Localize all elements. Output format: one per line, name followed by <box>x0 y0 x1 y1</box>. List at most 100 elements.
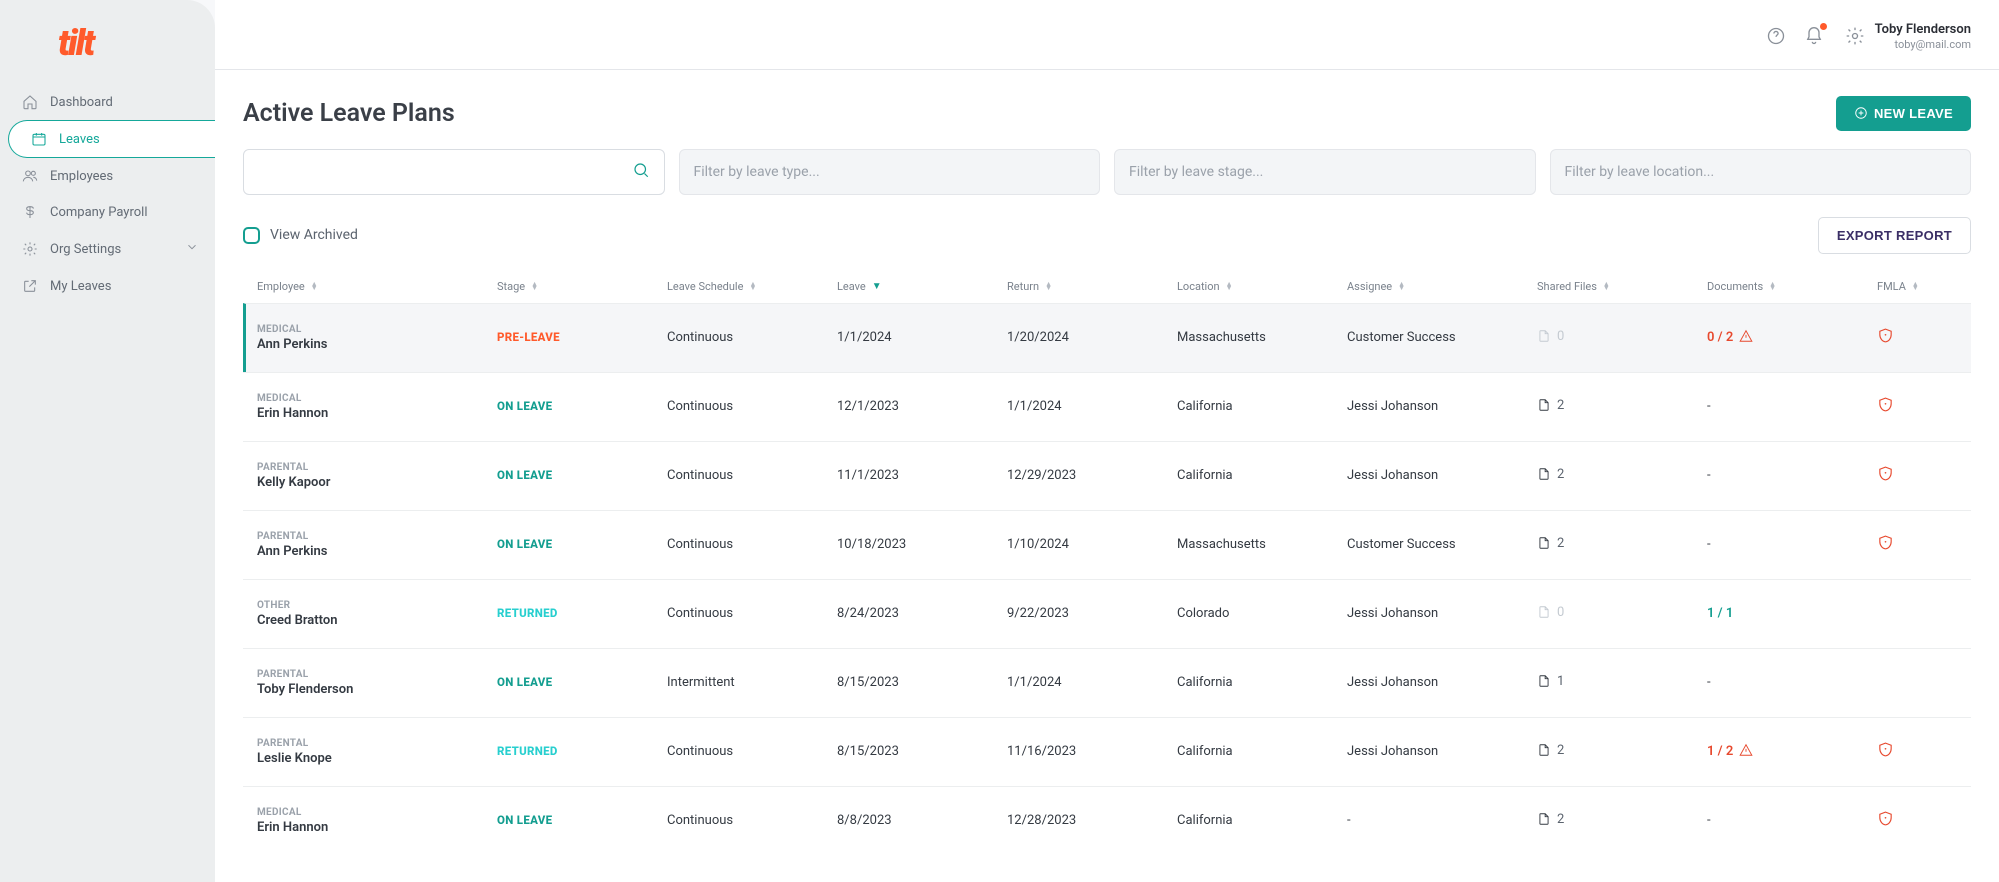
sidebar-nav: Dashboard Leaves Employees Company Payro… <box>0 84 215 304</box>
sidebar-item-my-leaves[interactable]: My Leaves <box>0 268 215 304</box>
leave-date-cell: 8/15/2023 <box>837 675 1007 690</box>
return-date-cell: 9/22/2023 <box>1007 606 1177 621</box>
stage-badge: ON LEAVE <box>497 399 552 413</box>
leave-type-label: PARENTAL <box>257 462 497 473</box>
caret-down-icon: ▼ <box>872 281 882 292</box>
user-menu[interactable]: Toby Flenderson toby@mail.com <box>1845 22 1971 51</box>
location-cell: California <box>1177 468 1347 483</box>
assignee-cell: Jessi Johanson <box>1347 606 1537 621</box>
fmla-shield-icon <box>1877 333 1894 348</box>
leave-type-label: PARENTAL <box>257 669 497 680</box>
users-icon <box>22 168 38 184</box>
col-stage[interactable]: Stage▲▼ <box>497 280 667 293</box>
documents-warning: 1 / 2 <box>1707 743 1753 761</box>
sort-icon: ▲▼ <box>1045 282 1052 290</box>
filter-leave-stage[interactable]: Filter by leave stage... <box>1114 149 1536 195</box>
table-row[interactable]: OTHERCreed BrattonRETURNEDContinuous8/24… <box>243 579 1971 648</box>
documents-count: - <box>1707 468 1711 483</box>
employee-name: Toby Flenderson <box>257 682 497 697</box>
sidebar-item-company-payroll[interactable]: Company Payroll <box>0 194 215 230</box>
col-shared[interactable]: Shared Files▲▼ <box>1537 280 1707 293</box>
sort-icon: ▲▼ <box>1226 282 1233 290</box>
documents-cell: 1 / 1 <box>1707 606 1877 621</box>
new-leave-button[interactable]: NEW LEAVE <box>1836 96 1971 131</box>
schedule-cell: Continuous <box>667 468 837 483</box>
file-icon <box>1537 674 1551 688</box>
col-location[interactable]: Location▲▼ <box>1177 280 1347 293</box>
sidebar-item-label: Company Payroll <box>50 205 147 220</box>
employee-name: Leslie Knope <box>257 751 497 766</box>
shared-files-cell: 2 <box>1537 398 1707 417</box>
leave-type-label: MEDICAL <box>257 324 497 335</box>
assignee-cell: - <box>1347 813 1537 828</box>
documents-cell: 1 / 2 <box>1707 743 1877 761</box>
assignee-cell: Jessi Johanson <box>1347 744 1537 759</box>
placeholder-text: Filter by leave location... <box>1565 164 1715 180</box>
documents-cell: - <box>1707 675 1877 690</box>
employee-cell: PARENTALAnn Perkins <box>257 531 497 559</box>
filters-row: Filter by leave type... Filter by leave … <box>243 149 1971 195</box>
fmla-cell <box>1877 741 1967 762</box>
stage-cell: RETURNED <box>497 606 667 621</box>
stage-cell: PRE-LEAVE <box>497 330 667 345</box>
filter-leave-type[interactable]: Filter by leave type... <box>679 149 1101 195</box>
table-header-row: Employee▲▼ Stage▲▼ Leave Schedule▲▼ Leav… <box>243 270 1971 303</box>
table-row[interactable]: MEDICALAnn PerkinsPRE-LEAVEContinuous1/1… <box>243 303 1971 372</box>
fmla-cell <box>1877 465 1967 486</box>
help-icon[interactable] <box>1765 25 1787 47</box>
file-icon <box>1537 398 1551 412</box>
placeholder-text: Filter by leave stage... <box>1129 164 1263 180</box>
col-schedule[interactable]: Leave Schedule▲▼ <box>667 280 837 293</box>
fmla-shield-icon <box>1877 471 1894 486</box>
table-row[interactable]: MEDICALErin HannonON LEAVEContinuous12/1… <box>243 372 1971 441</box>
leave-date-cell: 12/1/2023 <box>837 399 1007 414</box>
col-fmla[interactable]: FMLA▲▼ <box>1877 280 1967 293</box>
shared-files-cell: 2 <box>1537 743 1707 762</box>
sort-icon: ▲▼ <box>1912 282 1919 290</box>
export-report-button[interactable]: EXPORT REPORT <box>1818 217 1971 254</box>
sidebar-item-leaves[interactable]: Leaves <box>8 120 215 158</box>
col-docs[interactable]: Documents▲▼ <box>1707 280 1877 293</box>
return-date-cell: 11/16/2023 <box>1007 744 1177 759</box>
col-return[interactable]: Return▲▼ <box>1007 280 1177 293</box>
return-date-cell: 1/10/2024 <box>1007 537 1177 552</box>
documents-warning: 0 / 2 <box>1707 329 1753 347</box>
sort-icon: ▲▼ <box>531 282 538 290</box>
user-name: Toby Flenderson <box>1875 22 1971 38</box>
leave-type-label: OTHER <box>257 600 497 611</box>
stage-cell: ON LEAVE <box>497 399 667 414</box>
table-row[interactable]: MEDICALErin HannonON LEAVEContinuous8/8/… <box>243 786 1971 855</box>
employee-name: Creed Bratton <box>257 613 497 628</box>
search-icon <box>632 161 650 183</box>
leave-type-label: MEDICAL <box>257 393 497 404</box>
table-row[interactable]: PARENTALLeslie KnopeRETURNEDContinuous8/… <box>243 717 1971 786</box>
col-employee[interactable]: Employee▲▼ <box>257 280 497 293</box>
col-leave[interactable]: Leave▼ <box>837 280 1007 293</box>
fmla-cell <box>1877 534 1967 555</box>
table-row[interactable]: PARENTALToby FlendersonON LEAVEIntermitt… <box>243 648 1971 717</box>
search-field[interactable] <box>243 149 665 195</box>
chevron-down-icon <box>185 240 199 258</box>
table-row[interactable]: PARENTALAnn PerkinsON LEAVEContinuous10/… <box>243 510 1971 579</box>
table-row[interactable]: PARENTALKelly KapoorON LEAVEContinuous11… <box>243 441 1971 510</box>
sort-icon: ▲▼ <box>1603 282 1610 290</box>
leave-date-cell: 8/8/2023 <box>837 813 1007 828</box>
warning-icon <box>1739 329 1753 347</box>
notifications-icon[interactable] <box>1803 25 1825 47</box>
sidebar-item-dashboard[interactable]: Dashboard <box>0 84 215 120</box>
leave-table: Employee▲▼ Stage▲▼ Leave Schedule▲▼ Leav… <box>243 270 1971 855</box>
location-cell: California <box>1177 813 1347 828</box>
sidebar-item-label: My Leaves <box>50 279 111 294</box>
sidebar-item-org-settings[interactable]: Org Settings <box>0 230 215 268</box>
sidebar-item-employees[interactable]: Employees <box>0 158 215 194</box>
view-archived-checkbox[interactable]: View Archived <box>243 227 358 244</box>
plus-circle-icon <box>1854 106 1868 120</box>
search-input[interactable] <box>258 164 632 180</box>
col-assignee[interactable]: Assignee▲▼ <box>1347 280 1537 293</box>
fmla-shield-icon <box>1877 540 1894 555</box>
schedule-cell: Continuous <box>667 537 837 552</box>
leave-type-label: PARENTAL <box>257 738 497 749</box>
file-icon <box>1537 743 1551 757</box>
filter-leave-location[interactable]: Filter by leave location... <box>1550 149 1972 195</box>
sidebar: tilt Dashboard Leaves Employees Company … <box>0 0 215 882</box>
